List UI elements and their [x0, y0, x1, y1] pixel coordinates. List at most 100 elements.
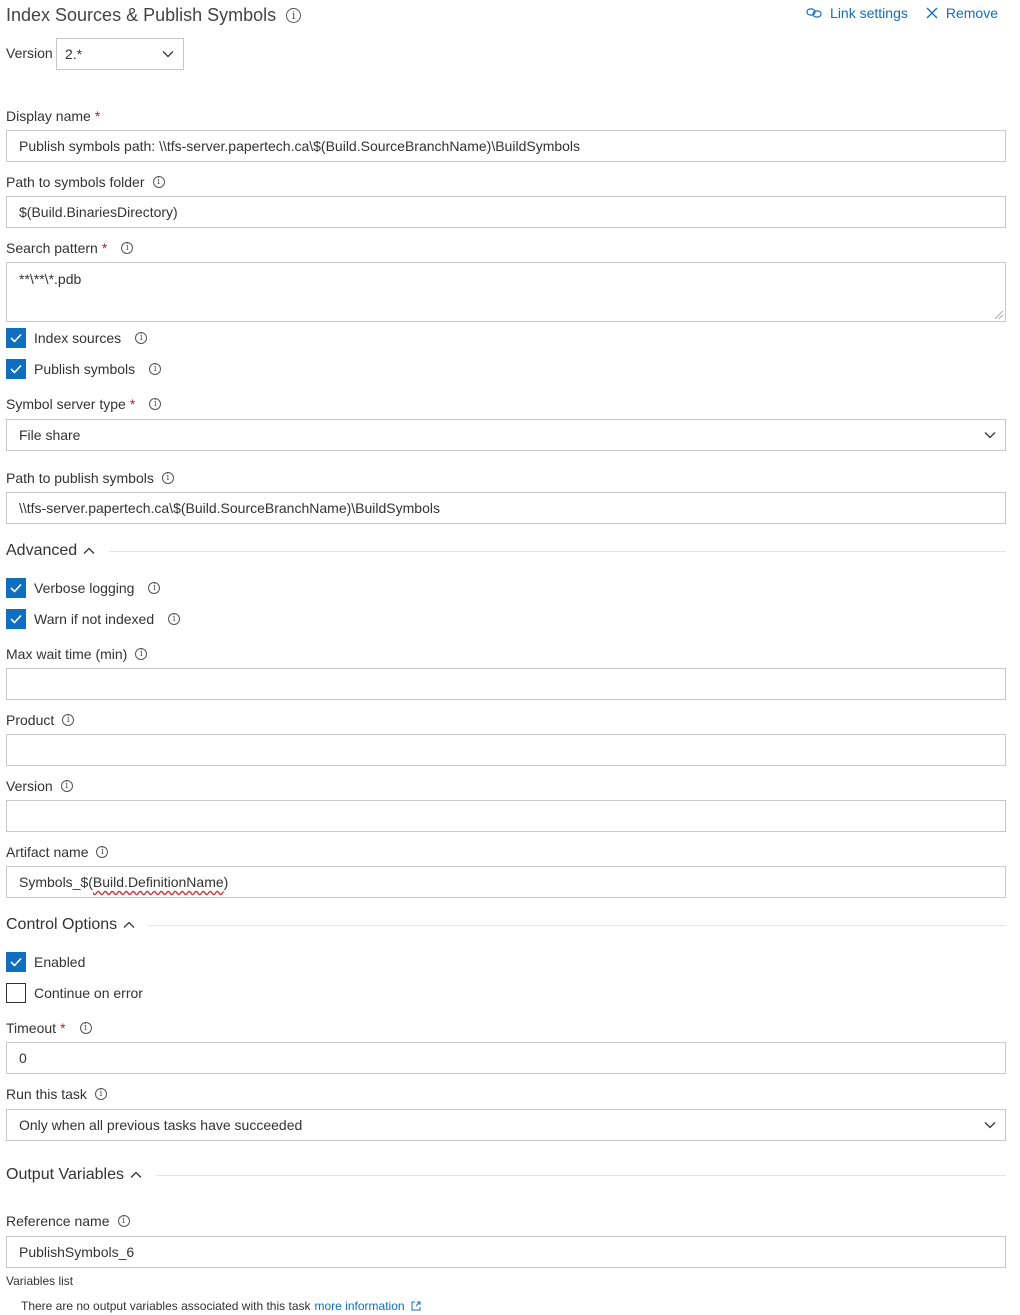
search-pattern-label: Search pattern * i — [6, 240, 134, 256]
info-icon[interactable]: i — [149, 398, 162, 410]
chevron-down-icon — [984, 1122, 996, 1129]
checkbox-box[interactable] — [6, 578, 26, 598]
artifact-name-input[interactable]: Symbols_$(Build.DefinitionName) — [6, 866, 1006, 898]
warn-not-indexed-checkbox[interactable]: Warn if not indexed i — [6, 609, 181, 629]
enabled-checkbox[interactable]: Enabled — [6, 952, 85, 972]
run-task-value: Only when all previous tasks have succee… — [19, 1117, 303, 1133]
max-wait-label: Max wait time (min) i — [6, 646, 148, 662]
checkbox-box[interactable] — [6, 609, 26, 629]
reference-name-label: Reference name i — [6, 1213, 130, 1229]
info-icon[interactable]: i — [60, 780, 73, 792]
publish-symbols-checkbox[interactable]: Publish symbols i — [6, 359, 162, 379]
artifact-name-prefix: Symbols_$( — [19, 874, 93, 890]
remove-label: Remove — [945, 5, 998, 21]
info-icon[interactable]: i — [62, 714, 75, 726]
symbols-folder-input[interactable]: $(Build.BinariesDirectory) — [6, 196, 1006, 228]
checkbox-box[interactable] — [6, 328, 26, 348]
checkmark-icon — [10, 364, 22, 374]
info-icon[interactable]: i — [152, 176, 165, 188]
control-options-title: Control Options — [6, 916, 118, 933]
continue-on-error-checkbox[interactable]: Continue on error — [6, 983, 143, 1003]
continue-on-error-label: Continue on error — [34, 985, 143, 1001]
variables-list-label: Variables list — [6, 1274, 73, 1288]
version-select-value: 2.* — [65, 46, 83, 62]
max-wait-label-text: Max wait time (min) — [6, 646, 128, 662]
checkbox-box[interactable] — [6, 952, 26, 972]
advanced-section-header[interactable]: Advanced — [6, 542, 1006, 560]
required-marker: * — [101, 240, 108, 256]
search-pattern-label-text: Search pattern — [6, 240, 98, 256]
search-pattern-textarea[interactable]: **\**\*.pdb — [6, 262, 1006, 322]
timeout-value: 0 — [19, 1050, 27, 1066]
publish-symbols-label: Publish symbols — [34, 361, 136, 377]
info-icon[interactable]: i — [117, 1215, 130, 1227]
info-icon[interactable]: i — [79, 1022, 92, 1034]
symbols-folder-value: $(Build.BinariesDirectory) — [19, 204, 178, 220]
chevron-down-icon — [984, 432, 996, 439]
info-icon[interactable]: i — [121, 242, 134, 254]
timeout-label: Timeout * i — [6, 1020, 92, 1036]
symbols-folder-label: Path to symbols folder i — [6, 174, 165, 190]
checkbox-box[interactable] — [6, 983, 26, 1003]
run-task-label: Run this task i — [6, 1086, 107, 1102]
close-icon — [926, 7, 938, 19]
chevron-up-icon — [123, 921, 135, 928]
publish-path-input[interactable]: \\tfs-server.papertech.ca\$(Build.Source… — [6, 492, 1006, 524]
info-icon[interactable]: i — [149, 363, 162, 375]
product-label: Product i — [6, 712, 75, 728]
output-variables-header[interactable]: Output Variables — [6, 1166, 1006, 1184]
symbols-folder-label-text: Path to symbols folder — [6, 174, 145, 190]
checkmark-icon — [10, 957, 22, 967]
display-name-input[interactable]: Publish symbols path: \\tfs-server.paper… — [6, 130, 1006, 162]
timeout-label-text: Timeout — [6, 1020, 57, 1036]
control-options-header[interactable]: Control Options — [6, 916, 1006, 934]
search-pattern-value: **\**\*.pdb — [19, 271, 82, 287]
header-actions: Link settings Remove — [806, 5, 998, 21]
server-type-value: File share — [19, 427, 81, 443]
publish-path-value: \\tfs-server.papertech.ca\$(Build.Source… — [19, 500, 440, 516]
product-label-text: Product — [6, 712, 55, 728]
chevron-down-icon — [162, 51, 174, 58]
info-icon[interactable]: i — [135, 332, 148, 344]
version-input[interactable] — [6, 800, 1006, 832]
product-input[interactable] — [6, 734, 1006, 766]
info-icon[interactable]: i — [286, 8, 302, 23]
info-icon[interactable]: i — [168, 613, 181, 625]
index-sources-checkbox[interactable]: Index sources i — [6, 328, 148, 348]
output-variables-title: Output Variables — [6, 1166, 124, 1183]
checkmark-icon — [10, 614, 22, 624]
verbose-logging-label: Verbose logging — [34, 580, 135, 596]
publish-path-label-text: Path to publish symbols — [6, 470, 154, 486]
link-settings-label: Link settings — [830, 5, 908, 21]
run-task-select[interactable]: Only when all previous tasks have succee… — [6, 1109, 1006, 1141]
display-name-label-text: Display name — [6, 108, 91, 124]
required-marker: * — [129, 396, 136, 412]
section-divider — [109, 550, 1006, 552]
info-icon[interactable]: i — [94, 1088, 107, 1100]
checkmark-icon — [10, 333, 22, 343]
reference-name-input[interactable]: PublishSymbols_6 — [6, 1236, 1006, 1268]
version-field-label-text: Version — [6, 778, 53, 794]
info-icon[interactable]: i — [135, 648, 148, 660]
info-icon[interactable]: i — [96, 846, 109, 858]
chevron-up-icon — [130, 1171, 142, 1178]
external-link-icon[interactable] — [411, 1301, 421, 1311]
publish-path-label: Path to publish symbols i — [6, 470, 174, 486]
more-information-link[interactable]: more information — [315, 1299, 405, 1313]
version-field-label: Version i — [6, 778, 73, 794]
max-wait-input[interactable] — [6, 668, 1006, 700]
remove-button[interactable]: Remove — [926, 5, 998, 21]
link-settings-button[interactable]: Link settings — [806, 5, 908, 21]
link-icon — [806, 8, 822, 18]
task-title-text: Index Sources & Publish Symbols — [6, 5, 277, 25]
run-task-label-text: Run this task — [6, 1086, 87, 1102]
server-type-select[interactable]: File share — [6, 419, 1006, 451]
info-icon[interactable]: i — [161, 472, 174, 484]
version-select[interactable]: 2.* — [56, 38, 184, 70]
verbose-logging-checkbox[interactable]: Verbose logging i — [6, 578, 161, 598]
info-icon[interactable]: i — [148, 582, 161, 594]
artifact-name-label: Artifact name i — [6, 844, 109, 860]
resize-handle[interactable] — [995, 311, 1003, 319]
checkbox-box[interactable] — [6, 359, 26, 379]
timeout-input[interactable]: 0 — [6, 1042, 1006, 1074]
